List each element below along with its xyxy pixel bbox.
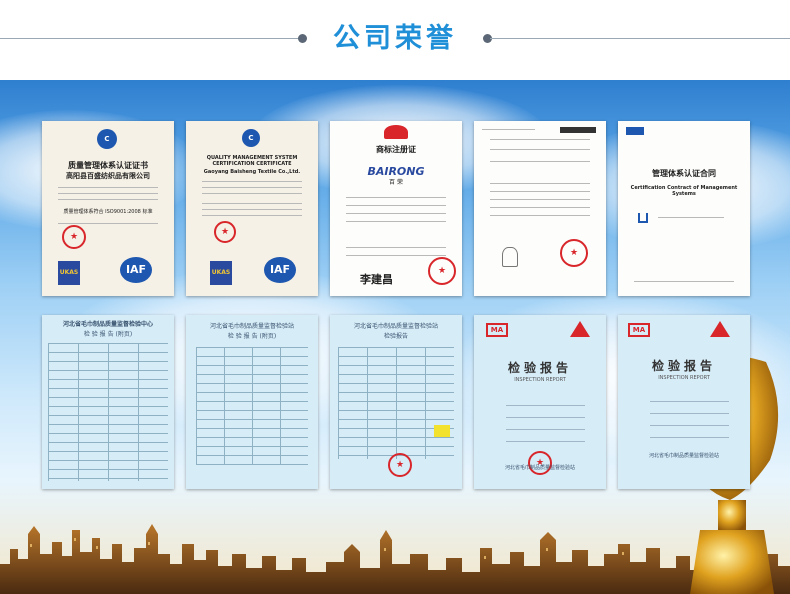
text-line	[489, 191, 591, 192]
certificate-heading: 商标注册证	[376, 145, 416, 154]
report-title: 检验报告	[383, 333, 408, 340]
report-title: 检 验 报 告 (附页)	[83, 331, 133, 338]
text-line	[345, 197, 447, 198]
report-table	[196, 347, 308, 465]
report-title: 检验报告	[651, 359, 716, 373]
text-line	[57, 223, 159, 224]
report-footer: 河北省毛巾制品质量监督检验站	[504, 465, 575, 471]
certificate-company: 高阳县百盛纺织品有限公司	[66, 172, 150, 180]
cma-mark-icon: MA	[628, 323, 650, 337]
text-line	[201, 193, 303, 194]
highlight-mark	[434, 425, 450, 437]
certificate-trademark[interactable]: 商标注册证 BAIRONG 百 荣 李建昌	[330, 121, 462, 296]
report-cover-1[interactable]: MA 检验报告 INSPECTION REPORT 河北省毛巾制品质量监督检验站	[474, 315, 606, 489]
red-seal-icon	[560, 239, 588, 267]
text-line	[505, 417, 585, 418]
text-line	[489, 199, 591, 200]
section-title: 公司荣誉	[333, 23, 457, 54]
text-line	[657, 217, 724, 218]
text-line	[201, 181, 303, 182]
report-organization: 河北省毛巾制品质量监督检验站	[209, 323, 294, 330]
report-footer: 河北省毛巾制品质量监督检验站	[648, 453, 719, 459]
report-results[interactable]: 河北省毛巾制品质量监督检验站 检验报告	[330, 315, 462, 489]
report-table	[338, 347, 454, 459]
certificate-contract[interactable]: 管理体系认证合同 Certification Contract of Manag…	[618, 121, 750, 296]
company-logo-icon	[626, 127, 644, 135]
barcode-icon	[560, 127, 596, 133]
text-line	[489, 139, 591, 140]
report-subtitle: INSPECTION REPORT	[658, 375, 710, 381]
iaf-logo-icon: IAF	[120, 257, 152, 283]
report-title: 检 验 报 告 (附页)	[227, 333, 277, 340]
report-subtitle: INSPECTION REPORT	[514, 377, 566, 383]
text-line	[489, 207, 591, 208]
text-line	[505, 405, 585, 406]
cal-mark-icon	[710, 321, 730, 337]
red-seal-icon	[214, 221, 236, 243]
text-line	[649, 425, 729, 426]
text-line	[345, 247, 447, 248]
u-logo-icon	[638, 213, 648, 223]
certification-logo-icon: C	[97, 129, 117, 149]
text-line	[345, 205, 447, 206]
text-line	[633, 281, 735, 282]
certification-logo-icon: C	[242, 129, 260, 147]
certificate-heading: 管理体系认证合同	[652, 169, 716, 178]
ukas-logo-icon: UKAS	[58, 261, 80, 285]
text-line	[505, 429, 585, 430]
text-line	[345, 221, 447, 222]
certificate-standard: 质量管理体系符合 ISO9001:2008 标准	[63, 209, 153, 215]
certificate-company: Gaoyang Baisheng Textile Co.,Ltd.	[203, 169, 301, 175]
cal-mark-icon	[570, 321, 590, 337]
text-line	[649, 401, 729, 402]
text-line	[489, 149, 591, 150]
red-seal-icon	[428, 257, 456, 285]
certificate-heading: 质量管理体系认证证书	[68, 161, 148, 170]
text-line	[57, 193, 159, 194]
section-header: 公司荣誉	[0, 0, 790, 80]
text-line	[345, 213, 447, 214]
text-line	[489, 215, 591, 216]
national-emblem-icon	[384, 125, 408, 139]
certificate-document[interactable]	[474, 121, 606, 296]
header-rule-right	[490, 38, 790, 39]
trademark-sub: 百 荣	[389, 179, 403, 186]
report-title: 检验报告	[507, 361, 572, 375]
trademark-logo: BAIRONG	[367, 165, 425, 178]
text-line	[57, 187, 159, 188]
signature: 李建昌	[360, 273, 393, 286]
text-line	[649, 413, 729, 414]
certificate-subheading: Certification Contract of Management Sys…	[630, 185, 738, 197]
certificate-iso-en[interactable]: C QUALITY MANAGEMENT SYSTEM CERTIFICATIO…	[186, 121, 318, 296]
text-line	[489, 183, 591, 184]
text-line	[345, 255, 447, 256]
text-line	[489, 161, 591, 162]
certificate-heading: QUALITY MANAGEMENT SYSTEM CERTIFICATION …	[206, 155, 298, 167]
red-seal-icon	[528, 451, 552, 475]
report-organization: 河北省毛巾制品质量监督检验中心	[62, 321, 153, 328]
certificate-iso-cn[interactable]: C 质量管理体系认证证书 高阳县百盛纺织品有限公司 质量管理体系符合 ISO90…	[42, 121, 174, 296]
text-line	[201, 203, 303, 204]
report-annex-2[interactable]: 河北省毛巾制品质量监督检验站 检 验 报 告 (附页)	[186, 315, 318, 489]
iaf-logo-icon: IAF	[264, 257, 296, 283]
text-line	[505, 441, 585, 442]
honors-showcase: C 质量管理体系认证证书 高阳县百盛纺织品有限公司 质量管理体系符合 ISO90…	[0, 80, 790, 594]
report-organization: 河北省毛巾制品质量监督检验站	[353, 323, 438, 330]
text-line	[481, 129, 535, 130]
text-line	[201, 187, 303, 188]
logo-sketch-icon	[502, 247, 518, 267]
report-table	[48, 343, 168, 481]
text-line	[201, 215, 303, 216]
red-seal-icon	[62, 225, 86, 249]
text-line	[57, 199, 159, 200]
text-line	[201, 209, 303, 210]
cma-mark-icon: MA	[486, 323, 508, 337]
report-cover-2[interactable]: MA 检验报告 INSPECTION REPORT 河北省毛巾制品质量监督检验站	[618, 315, 750, 489]
ukas-logo-icon: UKAS	[210, 261, 232, 285]
report-annex-1[interactable]: 河北省毛巾制品质量监督检验中心 检 验 报 告 (附页)	[42, 315, 174, 489]
text-line	[649, 437, 729, 438]
red-seal-icon	[388, 453, 412, 477]
